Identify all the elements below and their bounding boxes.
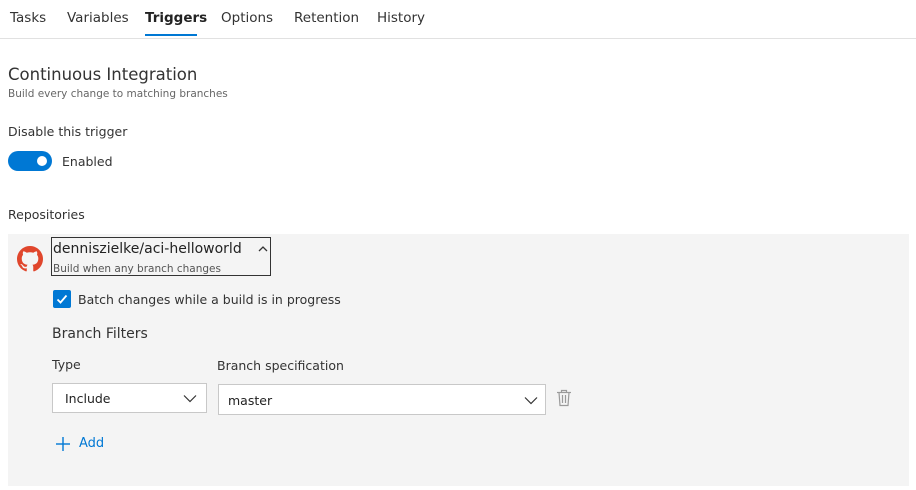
section-subtitle: Build every change to matching branches <box>8 88 228 100</box>
branch-spec-label: Branch specification <box>217 358 344 373</box>
batch-changes-label: Batch changes while a build is in progre… <box>78 292 341 307</box>
plus-icon <box>56 437 70 451</box>
enable-trigger-toggle[interactable] <box>8 151 52 171</box>
tab-retention[interactable]: Retention <box>294 10 359 26</box>
tab-bar: Tasks Variables Triggers Options Retenti… <box>0 0 916 39</box>
toggle-knob <box>37 156 47 166</box>
tab-options[interactable]: Options <box>221 10 273 26</box>
repository-name: denniszielke/aci-helloworld <box>53 241 242 257</box>
type-dropdown-value: Include <box>65 391 111 406</box>
chevron-down-icon <box>524 397 538 405</box>
tab-triggers[interactable]: Triggers <box>145 10 207 26</box>
tab-history[interactable]: History <box>377 10 425 26</box>
repository-header[interactable]: denniszielke/aci-helloworld Build when a… <box>51 237 271 276</box>
repository-description: Build when any branch changes <box>53 263 221 275</box>
check-icon <box>56 294 68 304</box>
branch-spec-value: master <box>228 393 273 408</box>
branch-filters-title: Branch Filters <box>52 326 148 342</box>
active-tab-indicator <box>145 34 197 36</box>
disable-trigger-label: Disable this trigger <box>8 124 128 139</box>
section-title: Continuous Integration <box>8 65 198 84</box>
chevron-up-icon <box>258 246 268 252</box>
toggle-state-label: Enabled <box>62 154 113 169</box>
chevron-down-icon <box>183 395 197 403</box>
trash-icon[interactable] <box>556 389 572 407</box>
type-label: Type <box>52 357 81 372</box>
add-filter-label: Add <box>79 436 105 451</box>
batch-changes-checkbox[interactable] <box>53 290 71 308</box>
tab-tasks[interactable]: Tasks <box>10 10 46 26</box>
github-icon <box>17 246 43 272</box>
tab-variables[interactable]: Variables <box>67 10 129 26</box>
repositories-label: Repositories <box>8 207 85 222</box>
type-dropdown[interactable]: Include <box>52 383 207 413</box>
branch-spec-dropdown[interactable]: master <box>218 384 546 415</box>
